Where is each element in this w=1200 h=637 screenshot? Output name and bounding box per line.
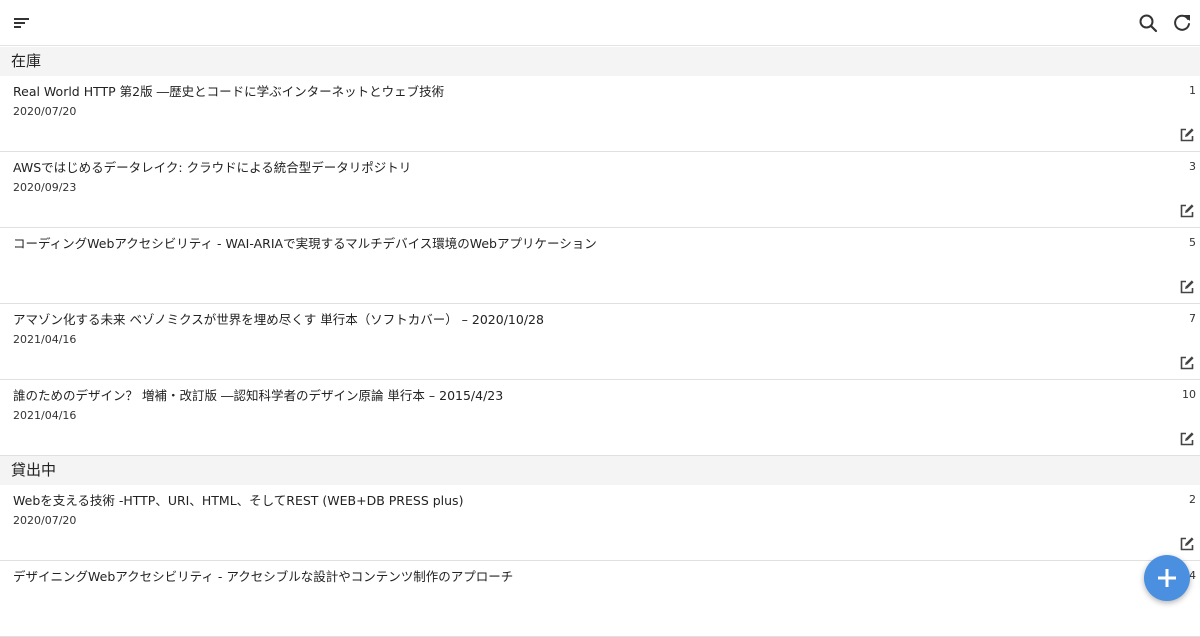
book-list: 在庫 Real World HTTP 第2版 ―歴史とコードに学ぶインターネット…: [0, 47, 1200, 637]
item-count: 3: [1189, 160, 1196, 173]
item-count: 4: [1189, 569, 1196, 582]
item-title: AWSではじめるデータレイク: クラウドによる統合型データリポジトリ: [13, 160, 412, 175]
item-date: 2020/07/20: [13, 514, 77, 527]
edit-button[interactable]: [1179, 127, 1195, 143]
edit-button[interactable]: [1179, 355, 1195, 371]
edit-icon: [1180, 280, 1194, 294]
item-title: コーディングWebアクセシビリティ - WAI-ARIAで実現するマルチデバイス…: [13, 236, 597, 251]
search-button[interactable]: [1136, 11, 1160, 35]
list-item[interactable]: Real World HTTP 第2版 ―歴史とコードに学ぶインターネットとウェ…: [0, 76, 1200, 152]
list-item[interactable]: コーディングWebアクセシビリティ - WAI-ARIAで実現するマルチデバイス…: [0, 228, 1200, 304]
edit-icon: [1180, 432, 1194, 446]
edit-icon: [1180, 537, 1194, 551]
item-count: 1: [1189, 84, 1196, 97]
item-date: 2021/04/16: [13, 333, 77, 346]
item-count: 10: [1182, 388, 1196, 401]
item-date: 2021/04/16: [13, 409, 77, 422]
edit-button[interactable]: [1179, 536, 1195, 552]
edit-button[interactable]: [1179, 279, 1195, 295]
item-title: Real World HTTP 第2版 ―歴史とコードに学ぶインターネットとウェ…: [13, 84, 445, 99]
item-count: 2: [1189, 493, 1196, 506]
list-item[interactable]: AWSではじめるデータレイク: クラウドによる統合型データリポジトリ 2020/…: [0, 152, 1200, 228]
edit-button[interactable]: [1179, 431, 1195, 447]
item-title: デザイニングWebアクセシビリティ - アクセシブルな設計やコンテンツ制作のアプ…: [13, 569, 514, 584]
section-header-in-stock: 在庫: [0, 47, 1200, 76]
edit-icon: [1180, 356, 1194, 370]
item-title: 誰のためのデザイン？ 増補・改訂版 ―認知科学者のデザイン原論 単行本 – 20…: [13, 388, 504, 403]
item-count: 5: [1189, 236, 1196, 249]
item-date: 2020/07/20: [13, 105, 77, 118]
edit-icon: [1180, 204, 1194, 218]
item-title: Webを支える技術 -HTTP、URI、HTML、そしてREST (WEB+DB…: [13, 493, 464, 508]
list-item[interactable]: Webを支える技術 -HTTP、URI、HTML、そしてREST (WEB+DB…: [0, 485, 1200, 561]
section-header-on-loan: 貸出中: [0, 456, 1200, 485]
list-item[interactable]: デザイニングWebアクセシビリティ - アクセシブルな設計やコンテンツ制作のアプ…: [0, 561, 1200, 637]
search-icon: [1139, 14, 1158, 33]
list-item[interactable]: アマゾン化する未来 ベゾノミクスが世界を埋め尽くす 単行本（ソフトカバー） – …: [0, 304, 1200, 380]
list-item[interactable]: 誰のためのデザイン？ 増補・改訂版 ―認知科学者のデザイン原論 単行本 – 20…: [0, 380, 1200, 456]
top-toolbar: [0, 0, 1200, 46]
sort-menu-button[interactable]: [10, 11, 34, 35]
refresh-button[interactable]: [1170, 11, 1194, 35]
plus-icon: [1158, 569, 1176, 587]
add-book-button[interactable]: [1144, 555, 1190, 601]
item-count: 7: [1189, 312, 1196, 325]
item-date: 2020/09/23: [13, 181, 77, 194]
refresh-icon: [1174, 14, 1190, 31]
edit-button[interactable]: [1179, 203, 1195, 219]
sort-lines-icon: [14, 18, 29, 28]
item-title: アマゾン化する未来 ベゾノミクスが世界を埋め尽くす 単行本（ソフトカバー） – …: [13, 312, 544, 327]
edit-icon: [1180, 128, 1194, 142]
